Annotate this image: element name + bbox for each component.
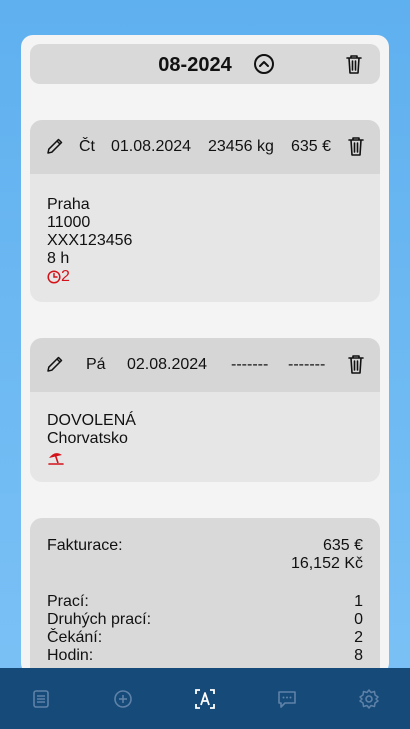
entry-day: Pá — [86, 356, 106, 373]
entry-card[interactable]: Čt 01.08.2024 23456 kg 635 € Praha 11000… — [30, 120, 380, 302]
chat-icon[interactable] — [274, 686, 300, 712]
clock-icon — [47, 270, 61, 284]
add-icon[interactable] — [110, 686, 136, 712]
billing-label: Fakturace: — [47, 537, 123, 554]
summary-row: Druhých prací: 0 — [47, 611, 363, 628]
entry-place: Chorvatsko — [47, 430, 128, 447]
entry-details: Praha 11000 XXX123456 8 h 2 — [47, 196, 132, 286]
edit-entry-icon[interactable] — [45, 354, 65, 374]
month-title: 08-2024 — [158, 54, 232, 76]
entry-card[interactable]: Pá 02.08.2024 ------- ------- DOVOLENÁ C… — [30, 338, 380, 482]
entry-weight: ------- — [231, 356, 269, 373]
list-icon[interactable] — [28, 686, 54, 712]
entry-price: 635 € — [291, 138, 332, 155]
chevron-up-circle-icon[interactable] — [253, 53, 275, 75]
entry-zip: 11000 — [47, 214, 91, 231]
bottom-nav — [0, 668, 410, 729]
waiting-indicator: 2 — [47, 268, 132, 286]
entry-details: DOVOLENÁ Chorvatsko — [47, 412, 136, 466]
entry-header: Čt 01.08.2024 23456 kg 635 € — [30, 120, 380, 174]
month-header[interactable]: 08-2024 — [30, 44, 380, 84]
scan-text-icon[interactable] — [192, 686, 218, 712]
entry-place: Praha — [47, 196, 90, 213]
billing-czk: 16,152 Kč — [290, 555, 363, 572]
month-sheet: 08-2024 Čt 01.08.2024 23456 kg 635 € Pra… — [21, 35, 389, 675]
edit-entry-icon[interactable] — [45, 136, 65, 156]
entry-weight: 23456 kg — [208, 138, 274, 155]
entry-day: Čt — [79, 138, 95, 155]
beach-umbrella-icon — [48, 453, 64, 465]
summary-row: Čekání: 2 — [47, 629, 363, 646]
entry-hours: 8 h — [47, 250, 70, 267]
summary-row: Hodin: 8 — [47, 647, 363, 664]
delete-entry-icon[interactable] — [346, 353, 366, 375]
billing-czk-row: 16,152 Kč — [47, 555, 363, 573]
billing-row: Fakturace: 635 € — [47, 537, 363, 555]
delete-entry-icon[interactable] — [346, 135, 366, 157]
entry-plate: XXX123456 — [47, 232, 133, 249]
month-summary: Fakturace: 635 € 16,152 Kč Prací: 1 Druh… — [30, 518, 380, 675]
waiting-count: 2 — [61, 268, 70, 285]
entry-header: Pá 02.08.2024 ------- ------- — [30, 338, 380, 392]
entry-date: 01.08.2024 — [111, 138, 192, 155]
gear-icon[interactable] — [356, 686, 382, 712]
delete-month-icon[interactable] — [344, 53, 364, 75]
entry-price: ------- — [288, 356, 326, 373]
entry-date: 02.08.2024 — [127, 356, 208, 373]
billing-eur: 635 € — [322, 537, 363, 554]
summary-row: Prací: 1 — [47, 593, 363, 610]
entry-status: DOVOLENÁ — [47, 412, 136, 429]
